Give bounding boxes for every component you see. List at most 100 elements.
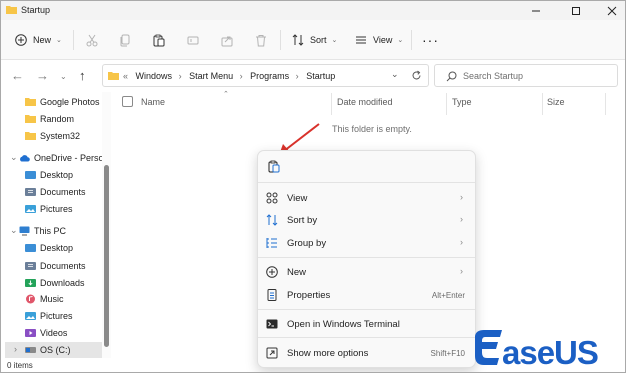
title-bar: Startup	[1, 1, 625, 20]
sidebar-item[interactable]: Pictures	[1, 308, 102, 324]
breadcrumb-item[interactable]: Start Menu	[189, 71, 233, 81]
sidebar-item[interactable]: Videos	[1, 325, 102, 341]
select-all-checkbox[interactable]	[122, 96, 133, 107]
column-type[interactable]: Type	[452, 97, 472, 107]
menu-item-shortcut: Alt+Enter	[431, 291, 465, 300]
sidebar-scroll-thumb[interactable]	[104, 165, 109, 347]
svg-text:aseUS: aseUS	[502, 334, 598, 371]
menu-item-view[interactable]: View ›	[258, 187, 475, 209]
address-bar[interactable]: « Windows › Start Menu › Programs › Star…	[102, 64, 429, 87]
command-bar: New ⌄ Sort ⌄ View ⌄ ···	[1, 20, 625, 60]
menu-item-sort-by[interactable]: Sort by ›	[258, 209, 475, 231]
navigation-pane: Google Photos Random System32 ⌄ OneDrive - P…	[1, 92, 111, 358]
cut-icon	[86, 34, 98, 46]
share-button[interactable]	[221, 30, 233, 50]
item-count: 0 items	[7, 361, 33, 370]
maximize-icon	[572, 6, 580, 15]
menu-divider	[258, 257, 475, 258]
menu-item-show-more-options[interactable]: Show more options Shift+F10	[258, 342, 475, 364]
folder-icon	[108, 72, 119, 80]
sidebar-item[interactable]: Desktop	[1, 167, 102, 183]
menu-item-label: View	[287, 193, 308, 204]
refresh-icon[interactable]	[411, 70, 422, 81]
sort-label: Sort	[310, 35, 327, 45]
sidebar-item[interactable]: Random	[1, 111, 102, 127]
sidebar-item[interactable]: Documents	[1, 184, 102, 200]
menu-item-label: Group by	[287, 238, 327, 249]
breadcrumb-item[interactable]: Windows	[136, 71, 173, 81]
sidebar-item-label: Downloads	[40, 278, 85, 288]
toolbar-divider	[73, 30, 74, 50]
sidebar-item[interactable]: Music	[1, 291, 102, 307]
column-name[interactable]: Name	[141, 97, 165, 107]
sort-button[interactable]: Sort ⌄	[292, 30, 337, 50]
view-button[interactable]: View ⌄	[355, 30, 403, 50]
group-icon	[266, 238, 277, 248]
sidebar-item-label: Random	[40, 114, 75, 124]
sidebar-item[interactable]: Pictures	[1, 201, 102, 217]
videos-folder-icon	[25, 329, 36, 337]
menu-divider	[258, 337, 475, 338]
sidebar-item[interactable]: Google Photos	[1, 94, 102, 110]
sidebar-item[interactable]: ⌄ OneDrive - Person	[1, 150, 109, 166]
folder-icon	[25, 98, 36, 106]
menu-item-group-by[interactable]: Group by ›	[258, 232, 475, 254]
sidebar-item-label: System32	[40, 131, 81, 141]
sidebar-item[interactable]: Desktop	[1, 240, 102, 256]
menu-divider	[258, 182, 475, 183]
rename-button[interactable]	[187, 30, 199, 50]
chevron-right-icon: ›	[460, 214, 463, 224]
expand-chevron-icon[interactable]: ›	[14, 344, 17, 354]
documents-folder-icon	[25, 188, 36, 196]
expand-chevron-icon[interactable]: ⌄	[10, 225, 18, 236]
menu-item-properties[interactable]: Properties Alt+Enter	[258, 284, 475, 306]
expand-chevron-icon[interactable]: ⌄	[10, 152, 18, 163]
cloud-icon	[20, 155, 30, 162]
address-dropdown-chevron-icon[interactable]: ⌄	[391, 69, 399, 80]
sidebar-item[interactable]: ⌄ This PC	[1, 223, 102, 239]
column-size[interactable]: Size	[547, 97, 565, 107]
sidebar-item-label: Documents	[40, 187, 86, 197]
sidebar-item[interactable]: › OS (C:)	[5, 342, 106, 358]
breadcrumb-item[interactable]: Programs	[250, 71, 289, 81]
pc-icon	[19, 226, 30, 236]
back-arrow-icon[interactable]: ←	[11, 68, 24, 83]
trash-icon	[256, 34, 266, 46]
ellipsis-icon: ···	[422, 32, 439, 48]
minimize-button[interactable]	[521, 1, 551, 20]
menu-item-label: Sort by	[287, 215, 318, 226]
sidebar-item[interactable]: Documents	[1, 258, 102, 274]
chevron-right-icon: ›	[295, 71, 299, 81]
sidebar-item-label: This PC	[34, 226, 67, 236]
forward-arrow-icon[interactable]: →	[36, 68, 49, 83]
new-button[interactable]: New ⌄	[15, 30, 62, 50]
breadcrumb-item[interactable]: Startup	[306, 71, 335, 81]
sidebar-item-label: OS (C:)	[40, 345, 71, 355]
delete-button[interactable]	[255, 30, 267, 50]
sort-icon	[292, 34, 304, 46]
menu-item-open-terminal[interactable]: Open in Windows Terminal	[258, 313, 475, 335]
copy-button[interactable]	[119, 30, 131, 50]
sidebar-item-label: Desktop	[40, 243, 74, 253]
paste-button[interactable]	[153, 30, 165, 50]
sidebar-item[interactable]: Downloads	[1, 275, 102, 291]
close-icon	[607, 6, 617, 15]
up-arrow-icon[interactable]: ↑	[79, 68, 86, 83]
column-date-modified[interactable]: Date modified	[337, 97, 393, 107]
sidebar-item-label: Google Photos	[40, 97, 100, 107]
overflow-chevron-icon[interactable]: «	[123, 71, 128, 81]
search-placeholder: Search Startup	[463, 71, 524, 81]
paste-button[interactable]	[266, 158, 283, 175]
recent-locations-chevron-icon[interactable]: ⌄	[60, 72, 67, 81]
more-options-button[interactable]: ···	[422, 30, 439, 50]
drive-icon	[25, 347, 36, 353]
menu-item-new[interactable]: New ›	[258, 261, 475, 283]
column-divider	[542, 93, 543, 115]
chevron-right-icon: ›	[239, 71, 243, 81]
cut-button[interactable]	[86, 30, 98, 50]
close-button[interactable]	[597, 1, 625, 20]
sidebar-item[interactable]: System32	[1, 128, 102, 144]
search-box[interactable]: Search Startup	[434, 64, 618, 87]
maximize-button[interactable]	[561, 1, 591, 20]
terminal-icon	[266, 319, 278, 329]
